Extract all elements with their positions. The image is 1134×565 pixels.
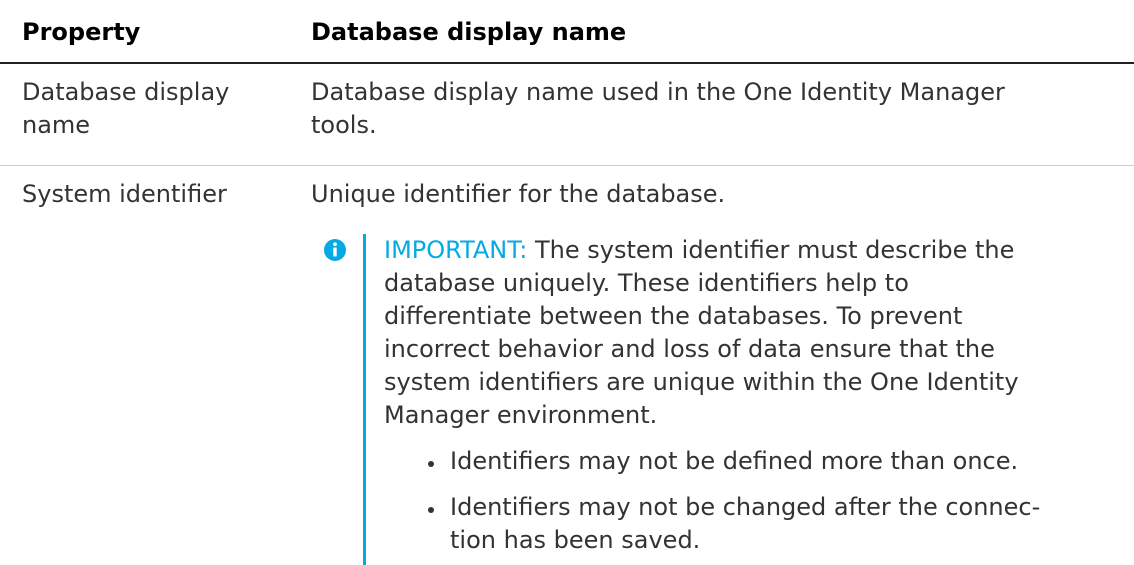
header-property: Property xyxy=(22,18,141,46)
description-line: Unique identifier for the database. xyxy=(311,180,726,208)
bullet-line: tion has been saved. xyxy=(450,526,701,554)
bullet-dot xyxy=(428,461,434,467)
note-line: differentiate between the databases. To … xyxy=(384,302,963,330)
table-row: System identifier Unique identifier for … xyxy=(0,166,1134,565)
note-line: incorrect behavior and loss of data ensu… xyxy=(384,335,995,363)
property-cell: System identifier xyxy=(0,178,311,565)
note-line: database uniquely. These identifiers hel… xyxy=(384,269,909,297)
header-database-display-name: Database display name xyxy=(311,18,627,46)
important-label: IMPORTANT: xyxy=(384,236,528,264)
note-text: The system identifier must describe the xyxy=(527,236,1015,264)
table-row: Database display name Database display n… xyxy=(0,64,1134,166)
list-item: Identifiers may not be changed after the… xyxy=(428,491,1106,557)
property-table: Property Database display name Database … xyxy=(0,0,1134,565)
description-line: Database display name used in the One Id… xyxy=(311,78,1005,106)
property-line: System identifier xyxy=(22,180,227,208)
note-body: IMPORTANT: The system identifier must de… xyxy=(363,234,1114,565)
note-line: Manager environment. xyxy=(384,401,658,429)
note-first-line: IMPORTANT: The system identifier must de… xyxy=(384,234,1106,267)
note-line: system identifiers are unique within the… xyxy=(384,368,1019,396)
bullet-line: Identifiers may not be changed after the… xyxy=(450,493,1041,521)
property-line: name xyxy=(22,111,91,139)
bullet-dot xyxy=(428,507,434,513)
bullet-line: Identifiers may not be defined more than… xyxy=(450,447,1019,475)
description-cell: Unique identifier for the database. IMPO… xyxy=(311,178,1134,565)
description-line: tools. xyxy=(311,111,377,139)
property-cell: Database display name xyxy=(0,76,311,165)
property-line: Database display xyxy=(22,78,230,106)
note-icon-column xyxy=(311,234,363,565)
list-item: Identifiers may not be defined more than… xyxy=(428,445,1106,478)
important-note: IMPORTANT: The system identifier must de… xyxy=(311,234,1114,565)
bullet-list: Identifiers may not be defined more than… xyxy=(384,445,1106,557)
description-cell: Database display name used in the One Id… xyxy=(311,76,1134,165)
table-header-row: Property Database display name xyxy=(0,0,1134,64)
info-icon xyxy=(323,238,347,262)
